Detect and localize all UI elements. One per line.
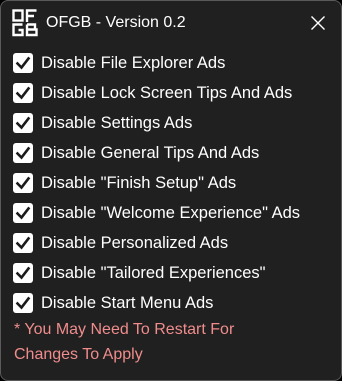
- ofgb-logo-icon: [12, 9, 38, 37]
- window-title: OFGB - Version 0.2: [46, 14, 186, 31]
- checkmark-icon: [15, 206, 31, 220]
- checkmark-icon: [15, 116, 31, 130]
- option-welcome-experience-ads[interactable]: Disable "Welcome Experience" Ads: [13, 198, 335, 228]
- checkbox[interactable]: [13, 113, 33, 133]
- option-label: Disable "Welcome Experience" Ads: [41, 204, 301, 222]
- checkmark-icon: [15, 146, 31, 160]
- title-bar[interactable]: OFGB - Version 0.2: [1, 1, 341, 45]
- option-label: Disable "Tailored Experiences": [41, 264, 266, 282]
- option-label: Disable General Tips And Ads: [41, 144, 260, 162]
- option-label: Disable Lock Screen Tips And Ads: [41, 84, 293, 102]
- option-general-tips-ads[interactable]: Disable General Tips And Ads: [13, 138, 335, 168]
- restart-notice: * You May Need To Restart For Changes To…: [14, 317, 334, 367]
- option-personalized-ads[interactable]: Disable Personalized Ads: [13, 228, 335, 258]
- checkbox[interactable]: [13, 203, 33, 223]
- checkmark-icon: [15, 176, 31, 190]
- checkmark-icon: [15, 86, 31, 100]
- checkbox[interactable]: [13, 53, 33, 73]
- close-icon: [311, 16, 325, 30]
- restart-notice-line-1: * You May Need To Restart For: [14, 321, 235, 338]
- option-lock-screen-tips-ads[interactable]: Disable Lock Screen Tips And Ads: [13, 78, 335, 108]
- option-finish-setup-ads[interactable]: Disable "Finish Setup" Ads: [13, 168, 335, 198]
- option-label: Disable Settings Ads: [41, 114, 193, 132]
- checkmark-icon: [15, 296, 31, 310]
- app-window: OFGB - Version 0.2 Disable File Explorer…: [0, 0, 342, 381]
- checkmark-icon: [15, 266, 31, 280]
- options-list: Disable File Explorer Ads Disable Lock S…: [13, 48, 335, 318]
- option-tailored-experiences[interactable]: Disable "Tailored Experiences": [13, 258, 335, 288]
- checkbox[interactable]: [13, 83, 33, 103]
- option-start-menu-ads[interactable]: Disable Start Menu Ads: [13, 288, 335, 318]
- checkbox[interactable]: [13, 173, 33, 193]
- option-label: Disable "Finish Setup" Ads: [41, 174, 237, 192]
- close-button[interactable]: [295, 1, 341, 45]
- checkbox[interactable]: [13, 143, 33, 163]
- option-label: Disable Personalized Ads: [41, 234, 229, 252]
- checkbox[interactable]: [13, 233, 33, 253]
- checkbox[interactable]: [13, 293, 33, 313]
- checkbox[interactable]: [13, 263, 33, 283]
- option-settings-ads[interactable]: Disable Settings Ads: [13, 108, 335, 138]
- checkmark-icon: [15, 236, 31, 250]
- restart-notice-line-2: Changes To Apply: [14, 346, 143, 363]
- option-file-explorer-ads[interactable]: Disable File Explorer Ads: [13, 48, 335, 78]
- option-label: Disable File Explorer Ads: [41, 54, 226, 72]
- checkmark-icon: [15, 56, 31, 70]
- option-label: Disable Start Menu Ads: [41, 294, 214, 312]
